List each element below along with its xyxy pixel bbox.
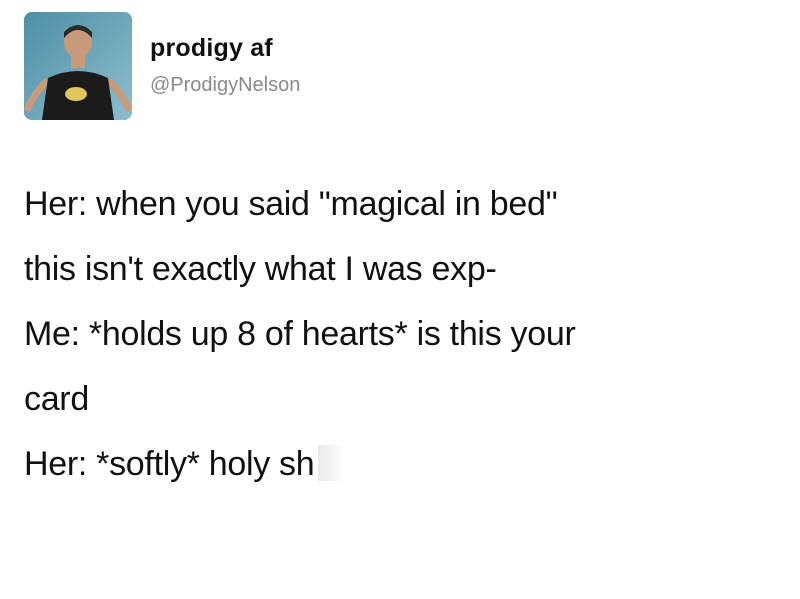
- tweet-line: Her: when you said "magical in bed": [24, 185, 558, 223]
- tweet-text: Her: when you said "magical in bed" this…: [24, 172, 764, 497]
- display-name[interactable]: prodigy af: [150, 34, 273, 63]
- tweet-line: card: [24, 380, 89, 418]
- user-handle[interactable]: @ProdigyNelson: [150, 74, 300, 97]
- tweet-line: Me: *holds up 8 of hearts* is this your: [24, 315, 576, 353]
- profile-photo-icon: [24, 12, 132, 120]
- avatar[interactable]: [24, 12, 132, 120]
- tweet-line-text: Her: *softly* holy sh: [24, 445, 315, 483]
- tweet-line-last: Her: *softly* holy sh: [24, 432, 764, 497]
- tweet-line: this isn't exactly what I was exp-: [24, 250, 497, 288]
- censor-blur: [318, 445, 347, 481]
- tweet-card: prodigy af @ProdigyNelson Her: when you …: [0, 0, 800, 599]
